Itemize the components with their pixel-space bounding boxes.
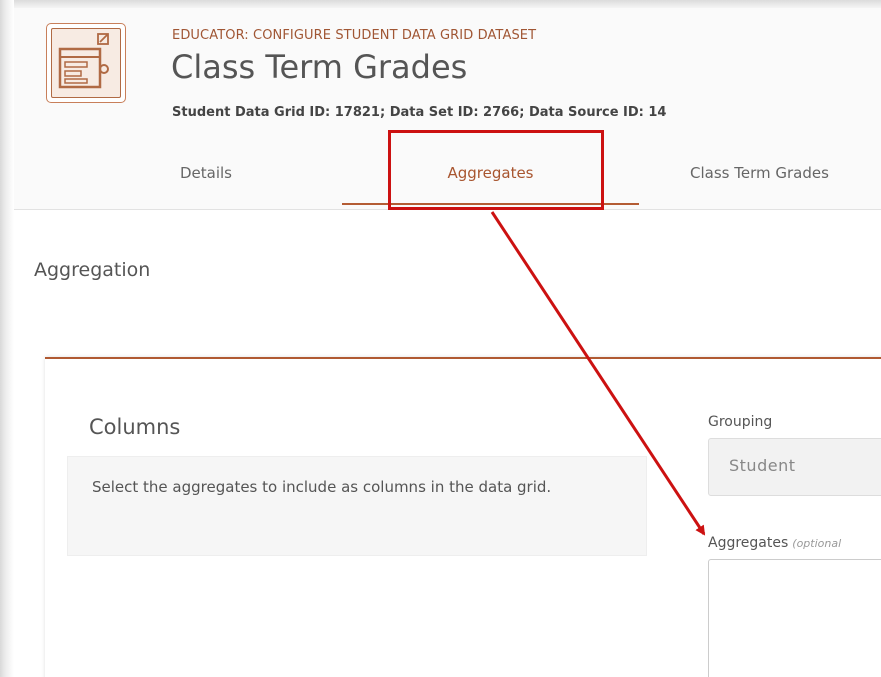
- aggregates-label-text: Aggregates: [708, 535, 789, 551]
- page-subtitle: Student Data Grid ID: 17821; Data Set ID…: [172, 105, 667, 120]
- grid-config-icon: [51, 28, 121, 98]
- aggregation-heading: Aggregation: [34, 259, 151, 281]
- aggregates-label: Aggregates (optional: [708, 535, 841, 551]
- page-eyebrow: EDUCATOR: CONFIGURE STUDENT DATA GRID DA…: [172, 28, 537, 43]
- aggregates-multiselect[interactable]: [708, 559, 881, 677]
- columns-help-box: Select the aggregates to include as colu…: [67, 456, 647, 556]
- configure-dataset-app: EDUCATOR: CONFIGURE STUDENT DATA GRID DA…: [14, 8, 881, 677]
- columns-help-text: Select the aggregates to include as colu…: [92, 478, 552, 496]
- grouping-select[interactable]: Student: [708, 438, 881, 496]
- window-left-edge: [0, 0, 14, 677]
- grouping-label: Grouping: [708, 414, 773, 430]
- grid-settings-icon: [58, 33, 109, 89]
- grouping-select-value: Student: [729, 456, 796, 475]
- dataset-logo-icon: [46, 23, 126, 103]
- columns-panel: Columns Select the aggregates to include…: [45, 357, 881, 677]
- tab-class-term-grades[interactable]: Class Term Grades: [690, 153, 880, 203]
- columns-heading: Columns: [89, 415, 181, 439]
- aggregates-optional-text: (optional: [792, 537, 842, 550]
- page-title: Class Term Grades: [171, 48, 468, 86]
- tab-details[interactable]: Details: [121, 153, 291, 203]
- annotation-highlight-box: [388, 130, 604, 210]
